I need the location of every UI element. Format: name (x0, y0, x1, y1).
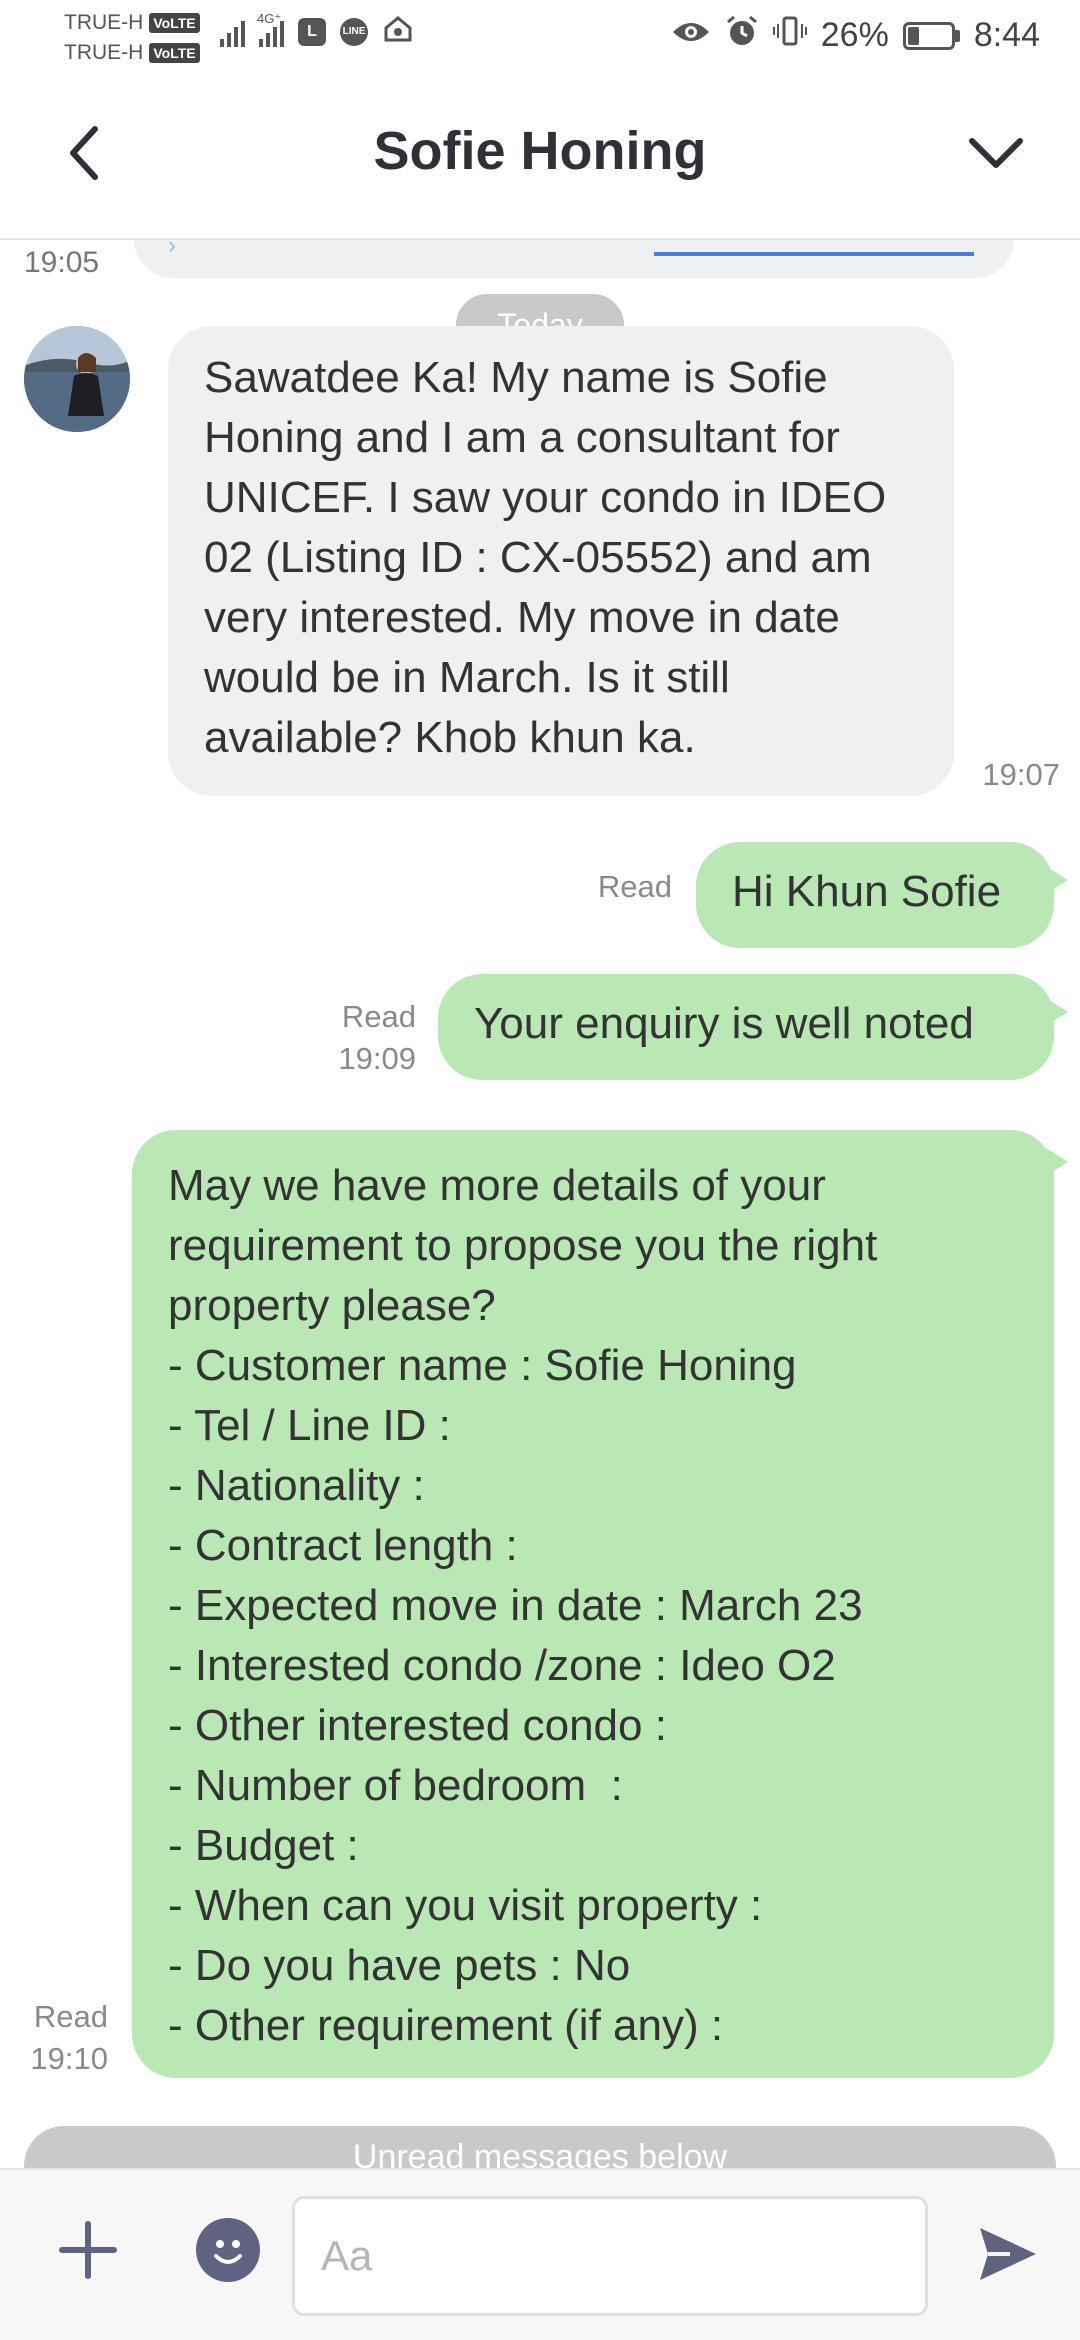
read-receipt: Read (597, 869, 672, 904)
read-status: Read (33, 1999, 108, 2034)
line-app-icon: LINE (340, 17, 368, 46)
alarm-icon (725, 14, 759, 57)
read-status: Read (341, 999, 416, 1034)
previous-message-link[interactable] (654, 252, 974, 256)
message-line: - Tel / Line ID : (168, 1401, 451, 1450)
bubble-tail (1046, 1148, 1068, 1176)
chevron-down-icon (969, 138, 1023, 168)
message-line: - Do you have pets : No (168, 1941, 631, 1990)
message-line: - Expected move in date : March 23 (168, 1581, 863, 1630)
forward-arrow-icon: › (168, 240, 176, 259)
previous-message-bubble[interactable]: › (134, 240, 1014, 278)
status-icons-right: 26% 8:44 (671, 14, 1040, 57)
requirement-form-text: May we have more details of your require… (168, 1156, 1018, 2056)
signal-icon (220, 17, 245, 47)
carrier-2-label: TRUE-H (64, 41, 144, 64)
clock: 8:44 (973, 16, 1040, 54)
unread-messages-banner[interactable]: Unread messages below (24, 2126, 1056, 2168)
avatar[interactable] (24, 326, 130, 432)
outgoing-message-text-2: Your enquiry is well noted (474, 999, 974, 1048)
outgoing-message-bubble[interactable]: Hi Khun Sofie (696, 842, 1068, 948)
cloud-icon (382, 14, 416, 49)
emoji-icon (214, 2240, 242, 2264)
send-icon (980, 2228, 1036, 2280)
add-attachment-button[interactable] (56, 2218, 120, 2282)
chat-screen: TRUE-H VoLTE TRUE-H VoLTE 4G⁺ L LINE 26%… (0, 0, 1080, 2340)
vibrate-icon (772, 14, 807, 57)
read-receipt-2: Read 19:09 (300, 996, 416, 1080)
send-button[interactable] (968, 2214, 1048, 2294)
message-line: property please? (168, 1281, 496, 1330)
outgoing-message-text: Hi Khun Sofie (732, 867, 1002, 916)
outgoing-message-bubble-2[interactable]: Your enquiry is well noted (438, 974, 1068, 1080)
incoming-message-text: Sawatdee Ka! My name is Sofie Honing and… (204, 353, 887, 762)
signal-4g-icon: 4G⁺ (257, 11, 284, 47)
previous-message-time: 19:05 (24, 246, 100, 279)
carrier-info: TRUE-H VoLTE TRUE-H VoLTE (64, 8, 200, 68)
chat-title: Sofie Honing (373, 121, 707, 181)
message-line: - Budget : (168, 1821, 359, 1870)
message-line: requirement to propose you the right (168, 1221, 878, 1270)
plus-icon (59, 2221, 117, 2279)
chat-header: Sofie Honing (0, 76, 1080, 240)
message-time: 19:10 (30, 2041, 108, 2076)
battery-percent: 26% (820, 16, 889, 54)
status-bar: TRUE-H VoLTE TRUE-H VoLTE 4G⁺ L LINE 26%… (0, 0, 1080, 76)
message-line: - Interested condo /zone : Ideo O2 (168, 1641, 836, 1690)
volte-badge: VoLTE (149, 13, 200, 33)
battery-icon (902, 21, 960, 50)
incoming-message-time: 19:07 (982, 757, 1060, 792)
message-line: - Customer name : Sofie Honing (168, 1341, 797, 1390)
carrier-1-label: TRUE-H (64, 11, 144, 34)
bubble-tail (1046, 998, 1068, 1026)
message-input[interactable] (292, 2196, 928, 2316)
message-line: - Other requirement (if any) : (168, 2001, 724, 2050)
message-line: - Contract length : (168, 1521, 518, 1570)
incoming-message-bubble[interactable]: Sawatdee Ka! My name is Sofie Honing and… (168, 326, 954, 796)
volte-badge-2: VoLTE (149, 43, 200, 63)
message-line: - When can you visit property : (168, 1881, 763, 1930)
chat-menu-button[interactable] (956, 118, 1036, 188)
message-input-bar (0, 2168, 1080, 2340)
read-receipt-3: Read 19:10 (14, 1996, 108, 2080)
eye-icon (671, 16, 711, 55)
message-line: - Other interested condo : (168, 1701, 667, 1750)
message-line: May we have more details of your (168, 1161, 826, 1210)
network-type-label: 4G⁺ (257, 10, 282, 26)
l-app-icon: L (298, 17, 326, 46)
emoji-button[interactable] (196, 2218, 260, 2282)
message-time: 19:09 (338, 1041, 416, 1076)
message-line: - Nationality : (168, 1461, 425, 1510)
message-line: - Number of bedroom : (168, 1761, 623, 1810)
message-list[interactable]: › 19:05 Today Sawatdee Ka! My name is So… (0, 240, 1080, 2168)
outgoing-message-bubble-3[interactable]: May we have more details of your require… (132, 1130, 1068, 2078)
bubble-tail (1046, 866, 1068, 894)
status-icons-left: 4G⁺ L LINE (220, 11, 416, 49)
